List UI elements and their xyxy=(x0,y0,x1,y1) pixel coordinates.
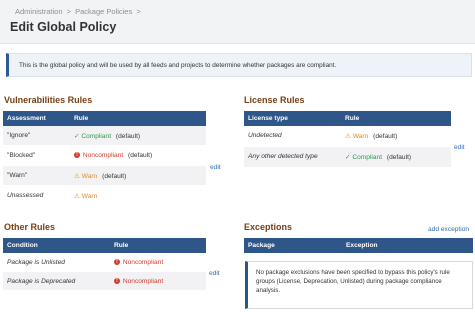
rule-default: (default) xyxy=(128,152,153,159)
check-icon: ✓ xyxy=(345,154,351,161)
rule-value: Warn xyxy=(81,193,98,200)
condition-cell: Package is Unlisted xyxy=(7,259,65,266)
column-header-license-type: License type xyxy=(248,115,288,122)
license-type-cell: Any other detected type xyxy=(248,153,318,160)
rule-value: Compliant xyxy=(81,133,112,140)
rule-value: Compliant xyxy=(352,154,383,161)
vulnerabilities-rules-table: Assessment Rule "Ignore" ✓ Compliant (de… xyxy=(3,111,206,206)
rule-cell: ⚠ Warn (default) xyxy=(74,172,126,180)
check-icon: ✓ xyxy=(74,133,80,140)
assessment-cell: "Blocked" xyxy=(7,152,36,159)
table-row: "Warn" ⚠ Warn (default) xyxy=(3,166,206,186)
rule-value: Warn xyxy=(352,133,369,140)
warning-icon: ⚠ xyxy=(74,193,80,200)
breadcrumb-item-administration[interactable]: Administration xyxy=(15,7,63,16)
global-policy-notice: This is the global policy and will be us… xyxy=(6,53,472,77)
assessment-cell: Unassessed xyxy=(7,192,44,199)
table-header: License type Rule xyxy=(244,111,451,126)
license-rules-table: License type Rule Undetected ⚠ Warn (def… xyxy=(244,111,451,168)
table-row: Package is Unlisted ! Noncompliant xyxy=(3,253,206,272)
edit-other-rules-link[interactable]: edit xyxy=(209,270,220,277)
table-row: Unassessed ⚠ Warn xyxy=(3,186,206,206)
error-icon: ! xyxy=(74,152,80,159)
vulnerabilities-rules-title: Vulnerabilities Rules xyxy=(4,95,93,105)
rule-value: Noncompliant xyxy=(122,278,164,285)
other-rules-title: Other Rules xyxy=(4,222,56,232)
condition-cell: Package is Deprecated xyxy=(7,278,76,285)
rule-cell: ! Noncompliant xyxy=(114,259,163,266)
column-header-package: Package xyxy=(248,242,275,249)
error-icon: ! xyxy=(114,278,120,285)
column-header-assessment: Assessment xyxy=(7,115,46,122)
breadcrumb-separator: > xyxy=(66,7,72,16)
table-header: Condition Rule xyxy=(3,238,206,253)
assessment-cell: "Warn" xyxy=(7,172,28,179)
edit-license-link[interactable]: edit xyxy=(454,144,465,151)
table-row: Undetected ⚠ Warn (default) xyxy=(244,126,451,147)
column-header-rule: Rule xyxy=(345,115,360,122)
column-header-exception: Exception xyxy=(346,242,378,249)
breadcrumb-item-package-policies[interactable]: Package Policies xyxy=(75,7,132,16)
exceptions-table: Package Exception xyxy=(244,238,473,253)
rule-cell: ⚠ Warn (default) xyxy=(345,132,397,140)
rule-value: Noncompliant xyxy=(82,152,124,159)
license-type-cell: Undetected xyxy=(248,132,282,139)
warning-icon: ⚠ xyxy=(74,173,80,180)
breadcrumb: Administration > Package Policies > xyxy=(15,7,143,16)
rule-default: (default) xyxy=(373,133,398,140)
rule-cell: ! Noncompliant (default) xyxy=(74,152,152,159)
column-header-rule: Rule xyxy=(74,115,89,122)
edit-vulnerabilities-link[interactable]: edit xyxy=(210,164,221,171)
rule-value: Warn xyxy=(81,173,98,180)
page-header: Administration > Package Policies > Edit… xyxy=(0,0,475,44)
table-row: Package is Deprecated ! Noncompliant xyxy=(3,272,206,291)
license-rules-title: License Rules xyxy=(244,95,305,105)
rule-cell: ! Noncompliant xyxy=(114,278,163,285)
rule-cell: ⚠ Warn xyxy=(74,192,97,200)
breadcrumb-separator: > xyxy=(136,7,141,16)
error-icon: ! xyxy=(114,259,120,266)
rule-value: Noncompliant xyxy=(122,259,164,266)
table-header: Assessment Rule xyxy=(3,111,206,126)
rule-default: (default) xyxy=(115,133,141,140)
table-row: Any other detected type ✓ Compliant (def… xyxy=(244,147,451,168)
column-header-rule: Rule xyxy=(114,242,129,249)
rule-cell: ✓ Compliant (default) xyxy=(74,132,140,140)
table-header: Package Exception xyxy=(244,238,473,253)
assessment-cell: "Ignore" xyxy=(7,132,31,139)
page-title: Edit Global Policy xyxy=(10,20,117,34)
exceptions-empty-message: No package exclusions have been specifie… xyxy=(245,261,473,309)
column-header-condition: Condition xyxy=(7,242,38,249)
add-exception-link[interactable]: add exception xyxy=(428,226,469,233)
table-row: "Ignore" ✓ Compliant (default) xyxy=(3,126,206,146)
warning-icon: ⚠ xyxy=(345,133,351,140)
rule-default: (default) xyxy=(386,154,412,161)
rule-default: (default) xyxy=(102,173,127,180)
exceptions-title: Exceptions xyxy=(244,222,293,232)
table-row: "Blocked" ! Noncompliant (default) xyxy=(3,146,206,166)
other-rules-table: Condition Rule Package is Unlisted ! Non… xyxy=(3,238,206,291)
rule-cell: ✓ Compliant (default) xyxy=(345,153,411,161)
